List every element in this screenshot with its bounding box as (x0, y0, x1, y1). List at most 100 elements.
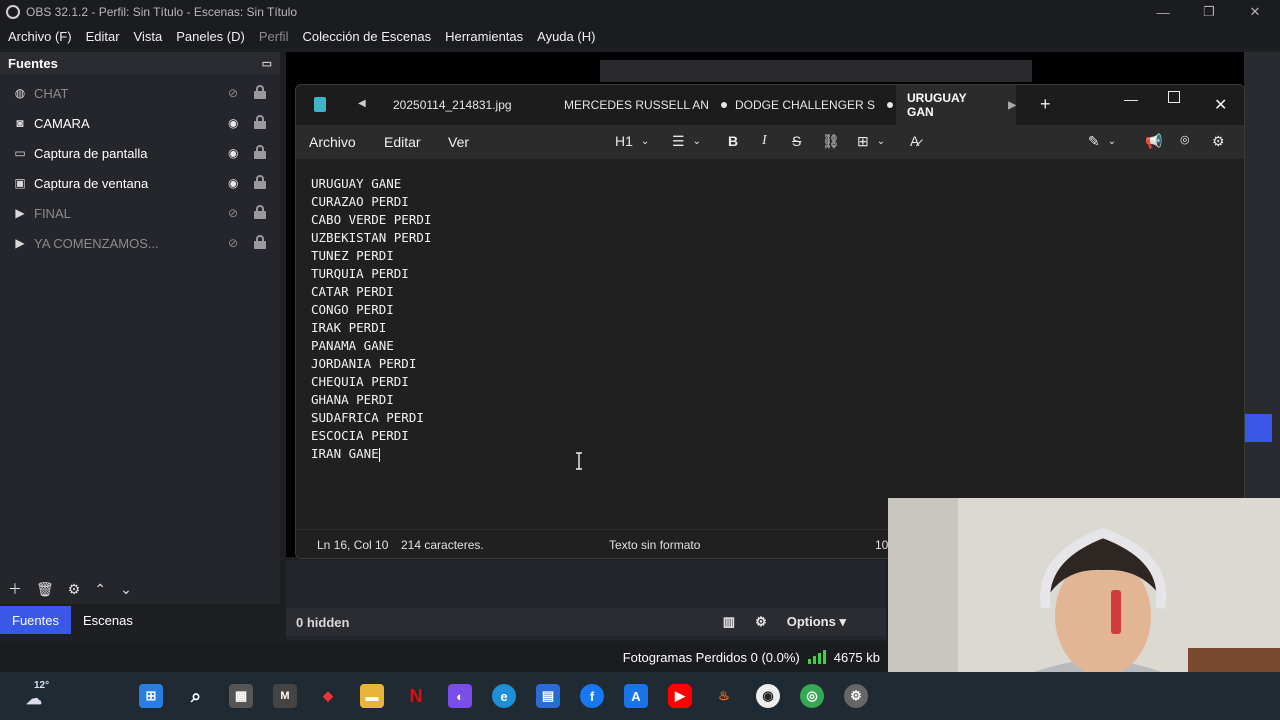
source-item-chat[interactable]: ◍ CHAT ⊘ (0, 78, 280, 108)
eye-icon[interactable]: ◉ (228, 176, 238, 190)
app-m-icon[interactable]: M (273, 684, 297, 708)
eye-hidden-icon[interactable]: ⊘ (228, 206, 238, 220)
menu-vista[interactable]: Vista (134, 29, 163, 44)
char-count: 214 caracteres. (401, 538, 484, 552)
store-icon[interactable]: ▤ (536, 684, 560, 708)
lock-icon[interactable] (254, 175, 266, 189)
tab-fuentes[interactable]: Fuentes (0, 606, 71, 634)
zoom-level[interactable]: 10 (875, 538, 888, 552)
tab-mercedes[interactable]: MERCEDES RUSSELL AN (564, 85, 727, 125)
mcafee-icon[interactable]: ◆ (316, 684, 340, 708)
menu-paneles[interactable]: Paneles (D) (176, 29, 245, 44)
obs-status-bar: Fotogramas Perdidos 0 (0.0%) 4675 kb (0, 642, 888, 672)
hidden-sources-bar: 0 hidden ▥ ⚙ Options ▾ (286, 608, 886, 636)
menu-archivo[interactable]: Archivo (309, 134, 356, 150)
tab-dodge[interactable]: DODGE CHALLENGER S (735, 85, 894, 125)
eye-hidden-icon[interactable]: ⊘ (228, 236, 238, 250)
tab-scroll-right-icon[interactable]: ▶ (1008, 100, 1016, 111)
strikethrough-icon[interactable]: S (792, 133, 801, 149)
gear-icon[interactable]: ⚙ (68, 581, 81, 598)
azure-icon[interactable]: A (624, 684, 648, 708)
close-button[interactable]: ✕ (1214, 95, 1227, 115)
eye-icon[interactable]: ◉ (228, 116, 238, 130)
text-line: IRAK PERDI (311, 320, 387, 335)
signal-icon (807, 650, 826, 664)
source-item-captura-ventana[interactable]: ▣ Captura de ventana ◉ (0, 168, 280, 198)
menu-ayuda[interactable]: Ayuda (H) (537, 29, 595, 44)
text-cursor-icon (576, 452, 582, 470)
hidden-count: 0 hidden (296, 614, 350, 630)
globe-icon: ◍ (14, 86, 26, 100)
clear-formatting-icon[interactable]: A̷ (910, 133, 919, 149)
settings-gear-icon[interactable]: ⚙ (1212, 133, 1225, 150)
taskview-icon[interactable]: ▦ (229, 684, 253, 708)
minimize-button[interactable]: — (1124, 91, 1138, 107)
text-line: JORDANIA PERDI (311, 356, 417, 371)
maximize-button[interactable]: ❐ (1186, 0, 1232, 24)
menu-editar[interactable]: Editar (384, 134, 421, 150)
edge-icon[interactable]: e (492, 684, 516, 708)
announcement-icon[interactable]: 📢 (1145, 133, 1162, 150)
camera-icon: ◙ (16, 116, 24, 130)
eye-icon[interactable]: ◉ (228, 146, 238, 160)
file-explorer-icon[interactable]: ▬ (360, 684, 384, 708)
menu-ver[interactable]: Ver (448, 134, 469, 150)
notepad-icon (314, 97, 326, 112)
account-icon[interactable]: ◎ (1180, 133, 1190, 146)
table-icon[interactable]: ⊞ ⌄ (857, 133, 885, 150)
menu-archivo[interactable]: Archivo (F) (8, 29, 72, 44)
heading-dropdown[interactable]: H1 ⌄ (615, 133, 649, 149)
weather-widget[interactable]: 12° ☁ (20, 680, 49, 708)
link-icon[interactable]: ⛓ (822, 133, 840, 150)
lock-icon[interactable] (254, 205, 266, 219)
lock-icon[interactable] (254, 85, 266, 99)
list-icon[interactable]: ☰ ⌄ (672, 133, 701, 150)
new-tab-icon[interactable]: + (1040, 94, 1051, 115)
chrome-icon[interactable]: ◎ (800, 684, 824, 708)
close-button[interactable]: ✕ (1232, 0, 1278, 24)
add-source-icon[interactable]: ＋ (8, 579, 22, 599)
menu-coleccion[interactable]: Colección de Escenas (302, 29, 431, 44)
tab-escenas[interactable]: Escenas (71, 606, 145, 634)
notepad-text-area[interactable]: URUGUAY GANE CURAZAO PERDI CABO VERDE PERD… (296, 159, 1244, 529)
source-item-captura-pantalla[interactable]: ▭ Captura de pantalla ◉ (0, 138, 280, 168)
play-icon: ▶ (15, 206, 25, 220)
settings-taskbar-icon[interactable]: ⚙ (844, 684, 868, 708)
move-up-icon[interactable]: ⌃ (94, 581, 106, 598)
menu-perfil[interactable]: Perfil (259, 29, 289, 44)
netflix-icon[interactable]: N (404, 684, 428, 708)
options-button[interactable]: Options ▾ (787, 614, 846, 630)
lock-icon[interactable] (254, 145, 266, 159)
trash-icon[interactable]: 🗑 (36, 581, 54, 598)
flame-app-icon[interactable]: ♨ (712, 684, 736, 708)
minimize-button[interactable]: — (1140, 0, 1186, 24)
undock-icon[interactable]: ▭ (262, 57, 272, 70)
tab-uruguay[interactable]: URUGUAY GAN ▶ (896, 85, 1016, 125)
start-button[interactable]: ⊞ (139, 684, 163, 708)
search-icon[interactable]: ⌕ (184, 684, 208, 708)
source-item-final[interactable]: ▶ FINAL ⊘ (0, 198, 280, 228)
text-format[interactable]: Texto sin formato (609, 538, 700, 552)
menu-herramientas[interactable]: Herramientas (445, 29, 523, 44)
tab-scroll-left-icon[interactable]: ◀ (358, 98, 366, 109)
monitor-icon: ▭ (14, 146, 26, 160)
maximize-button[interactable] (1168, 91, 1180, 103)
youtube-icon[interactable]: ▶ (668, 684, 692, 708)
bold-icon[interactable]: B (728, 133, 738, 149)
copilot-icon[interactable]: ✎ ⌄ (1088, 133, 1116, 150)
lock-icon[interactable] (254, 115, 266, 129)
settings-icon[interactable]: ⚙ (755, 614, 767, 630)
move-down-icon[interactable]: ⌄ (120, 581, 132, 598)
copilot-app-icon[interactable]: ◐ (448, 684, 472, 708)
text-line: ESCOCIA PERDI (311, 428, 409, 443)
facebook-icon[interactable]: f (580, 684, 604, 708)
italic-icon[interactable]: I (762, 133, 767, 149)
source-item-ya-comenzamos[interactable]: ▶ YA COMENZAMOS... ⊘ (0, 228, 280, 258)
layout-icon[interactable]: ▥ (723, 614, 735, 630)
eye-hidden-icon[interactable]: ⊘ (228, 86, 238, 100)
lock-icon[interactable] (254, 235, 266, 249)
obs-taskbar-icon[interactable]: ◉ (756, 684, 780, 708)
tab-image[interactable]: 20250114_214831.jpg (393, 85, 512, 125)
menu-editar[interactable]: Editar (86, 29, 120, 44)
source-item-camara[interactable]: ◙ CAMARA ◉ (0, 108, 280, 138)
